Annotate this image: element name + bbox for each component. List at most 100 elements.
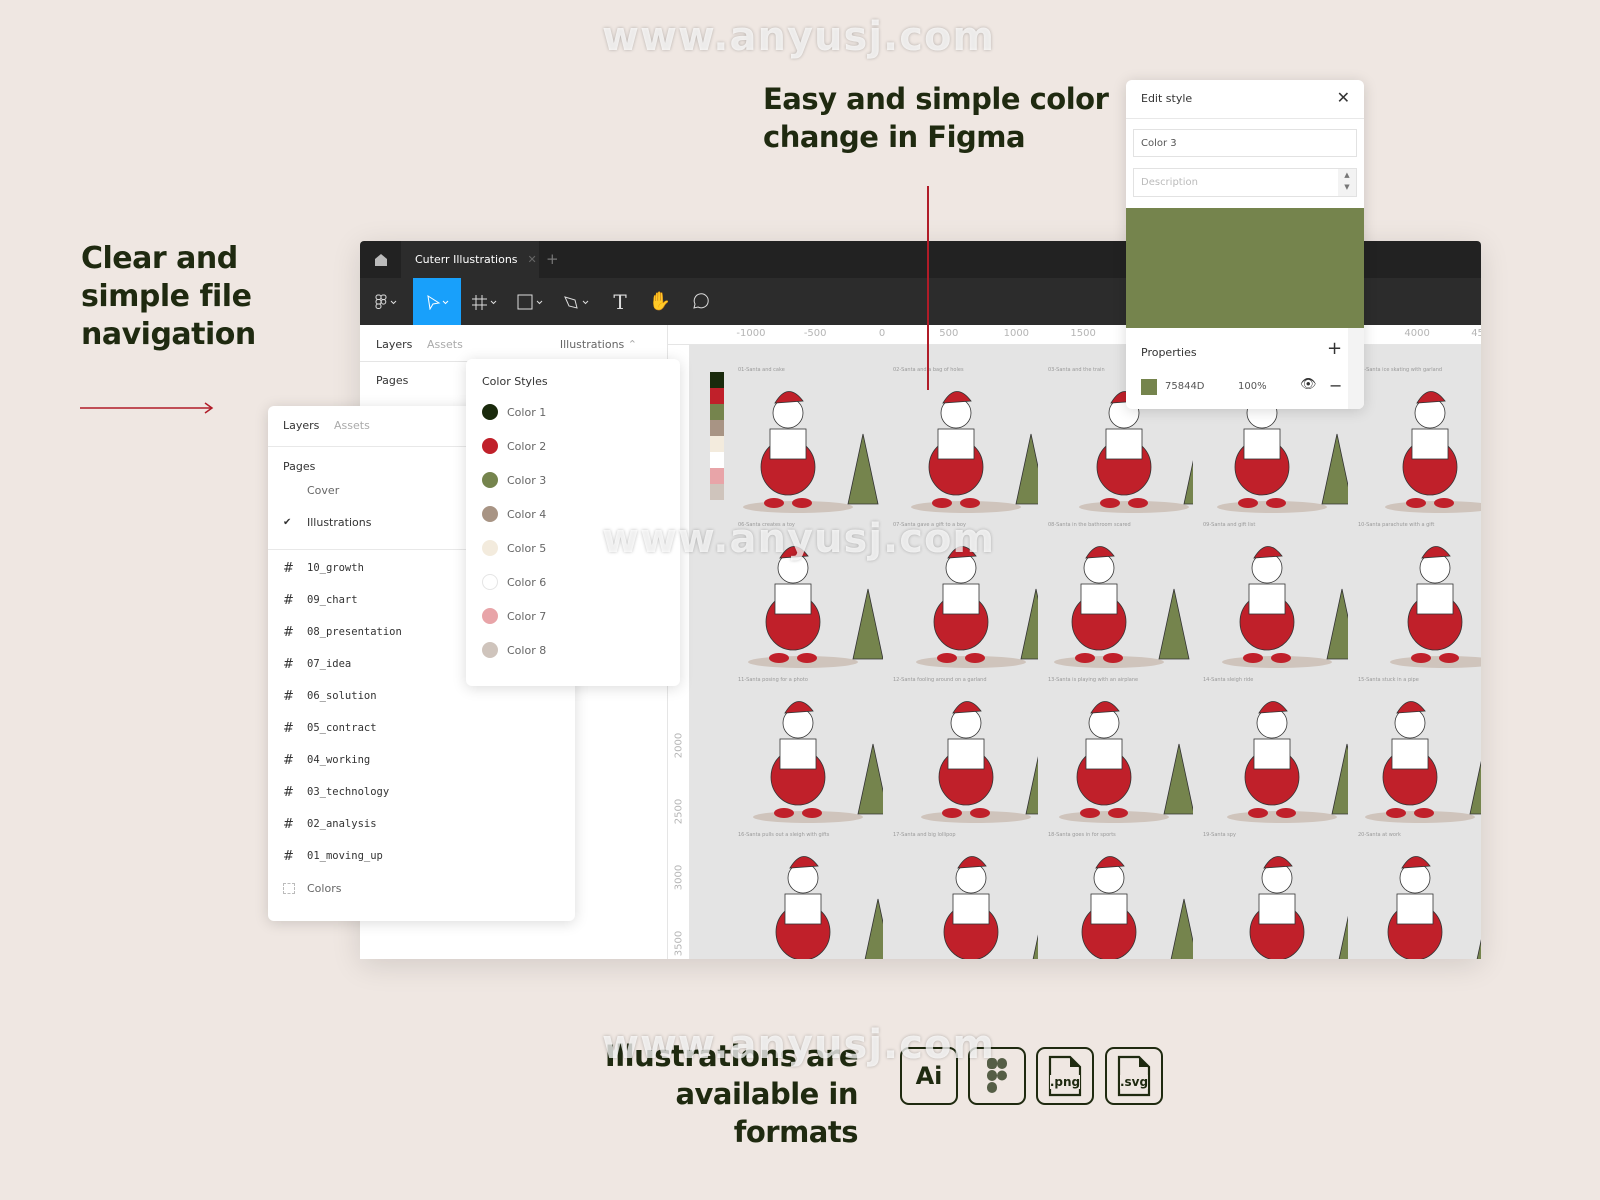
illustration-caption: 01-Santa and cake [738, 367, 785, 373]
palette-swatch [710, 484, 724, 500]
pen-tool[interactable] [556, 278, 600, 325]
frame-layer-item[interactable]: #04_working [283, 752, 370, 768]
color-style-item[interactable]: Color 3 [482, 471, 662, 489]
hex-value[interactable]: 75844D [1165, 381, 1205, 392]
move-tool[interactable] [413, 278, 461, 325]
page-item[interactable]: Cover [283, 482, 339, 498]
page-selector[interactable]: Illustrations ⌃ [560, 338, 637, 351]
frame-hash-icon: # [283, 720, 294, 736]
santa-illustration[interactable] [1363, 689, 1481, 824]
color-style-item[interactable]: Color 4 [482, 505, 662, 523]
frame-hash-icon: # [283, 624, 294, 640]
frame-label: 04_working [307, 754, 371, 766]
frame-layer-item[interactable]: #07_idea [283, 656, 351, 672]
frame-layer-item[interactable]: #06_solution [283, 688, 377, 704]
arrow-right-icon [80, 402, 214, 414]
color-styles-title: Color Styles [482, 375, 548, 388]
color-style-item[interactable]: Color 5 [482, 539, 662, 557]
headline-line: navigation [81, 317, 256, 352]
canvas[interactable]: 01-Santa and cake 02-Santa and a bag of h… [690, 345, 1481, 959]
santa-illustration[interactable] [743, 689, 883, 824]
illustration-caption: 11-Santa posing for a photo [738, 677, 808, 683]
illustration-caption: 17-Santa and big lollipop [893, 832, 956, 838]
santa-illustration[interactable] [1053, 689, 1193, 824]
santa-illustration[interactable] [1363, 534, 1481, 669]
headline-line: available in formats [675, 1077, 858, 1149]
text-tool[interactable]: T [600, 278, 640, 325]
tab-assets[interactable]: Assets [334, 419, 370, 432]
santa-illustration[interactable] [1053, 534, 1193, 669]
frame-tool[interactable] [464, 278, 508, 325]
scroll-stepper[interactable]: ▲ ▼ [1338, 169, 1356, 196]
close-icon[interactable]: ✕ [1337, 88, 1350, 107]
style-name-input[interactable]: Color 3 [1133, 129, 1357, 157]
santa-illustration[interactable] [898, 844, 1038, 959]
santa-illustration[interactable] [743, 379, 883, 514]
pages-label: Pages [283, 460, 316, 473]
format-ai: Ai [900, 1047, 958, 1105]
santa-illustration[interactable] [1363, 844, 1481, 959]
tab-assets[interactable]: Assets [427, 338, 463, 351]
frame-layer-item[interactable]: #02_analysis [283, 816, 377, 832]
color-style-item[interactable]: Color 6 [482, 573, 662, 591]
color-style-item[interactable]: Color 7 [482, 607, 662, 625]
frame-layer-item[interactable]: #09_chart [283, 592, 358, 608]
santa-illustration[interactable] [1208, 689, 1348, 824]
home-button[interactable] [360, 241, 401, 278]
santa-illustration[interactable] [1053, 844, 1193, 959]
color-swatch [482, 506, 498, 522]
color-swatch[interactable] [1141, 379, 1157, 395]
hand-tool[interactable]: ✋ [640, 278, 680, 325]
group-layer-item[interactable]: Colors [283, 880, 341, 896]
visibility-eye-icon[interactable]: 👁 [1300, 377, 1317, 392]
tab-layers[interactable]: Layers [376, 338, 412, 351]
headline-line: Illustrations are [604, 1039, 859, 1073]
color-style-item[interactable]: Color 2 [482, 437, 662, 455]
add-property-icon[interactable]: + [1327, 338, 1342, 359]
illustration-caption: 09-Santa and gift list [1203, 522, 1256, 528]
color-style-item[interactable]: Color 1 [482, 403, 662, 421]
comment-tool[interactable] [680, 278, 720, 325]
figma-logo-icon [375, 294, 397, 309]
color-styles-panel: Color Styles Color 1 Color 2 Color 3 Color … [466, 359, 680, 686]
remove-property-icon[interactable]: − [1329, 376, 1342, 395]
santa-illustration[interactable] [743, 534, 883, 669]
santa-illustration[interactable] [898, 689, 1038, 824]
frame-icon [472, 294, 497, 310]
frame-layer-item[interactable]: #03_technology [283, 784, 389, 800]
santa-illustration[interactable] [743, 844, 883, 959]
illustration-caption: 14-Santa sleigh ride [1203, 677, 1254, 683]
ruler-label: 2000 [673, 732, 685, 759]
frame-layer-item[interactable]: #10_growth [283, 560, 364, 576]
illustration-caption: 16-Santa pulls out a sleigh with gifts [738, 832, 830, 838]
ruler-label: 3500 [673, 930, 685, 957]
color-preview[interactable] [1126, 208, 1364, 328]
close-tab-icon[interactable]: ✕ [528, 253, 537, 266]
description-input[interactable]: Description ▲ ▼ [1133, 168, 1357, 197]
frame-layer-item[interactable]: #08_presentation [283, 624, 402, 640]
main-menu-button[interactable] [360, 278, 412, 325]
scrollbar[interactable] [1348, 328, 1364, 409]
santa-illustration[interactable] [1208, 534, 1348, 669]
frame-layer-item[interactable]: #05_contract [283, 720, 377, 736]
page-item[interactable]: ✔ Illustrations [283, 514, 371, 530]
ruler-label: 0 [878, 328, 886, 339]
cursor-icon [427, 294, 449, 310]
santa-illustration[interactable] [898, 534, 1038, 669]
santa-illustration[interactable] [1363, 379, 1481, 514]
frame-layer-item[interactable]: #01_moving_up [283, 848, 383, 864]
color-style-item[interactable]: Color 8 [482, 641, 662, 659]
tab-file[interactable]: Cuterr Illustrations ✕ [401, 241, 539, 278]
santa-illustration[interactable] [898, 379, 1038, 514]
shape-tool[interactable] [510, 278, 554, 325]
frame-hash-icon: # [283, 592, 294, 608]
frame-label: 03_technology [307, 786, 390, 798]
illustration-caption: 10-Santa parachute with a gift [1358, 522, 1435, 528]
divider [1126, 118, 1364, 119]
tab-title: Cuterr Illustrations [415, 253, 518, 266]
color-swatch [482, 642, 498, 658]
tab-layers[interactable]: Layers [283, 419, 319, 432]
santa-illustration[interactable] [1208, 844, 1348, 959]
new-tab-button[interactable]: + [546, 250, 559, 268]
opacity-value[interactable]: 100% [1238, 381, 1267, 392]
